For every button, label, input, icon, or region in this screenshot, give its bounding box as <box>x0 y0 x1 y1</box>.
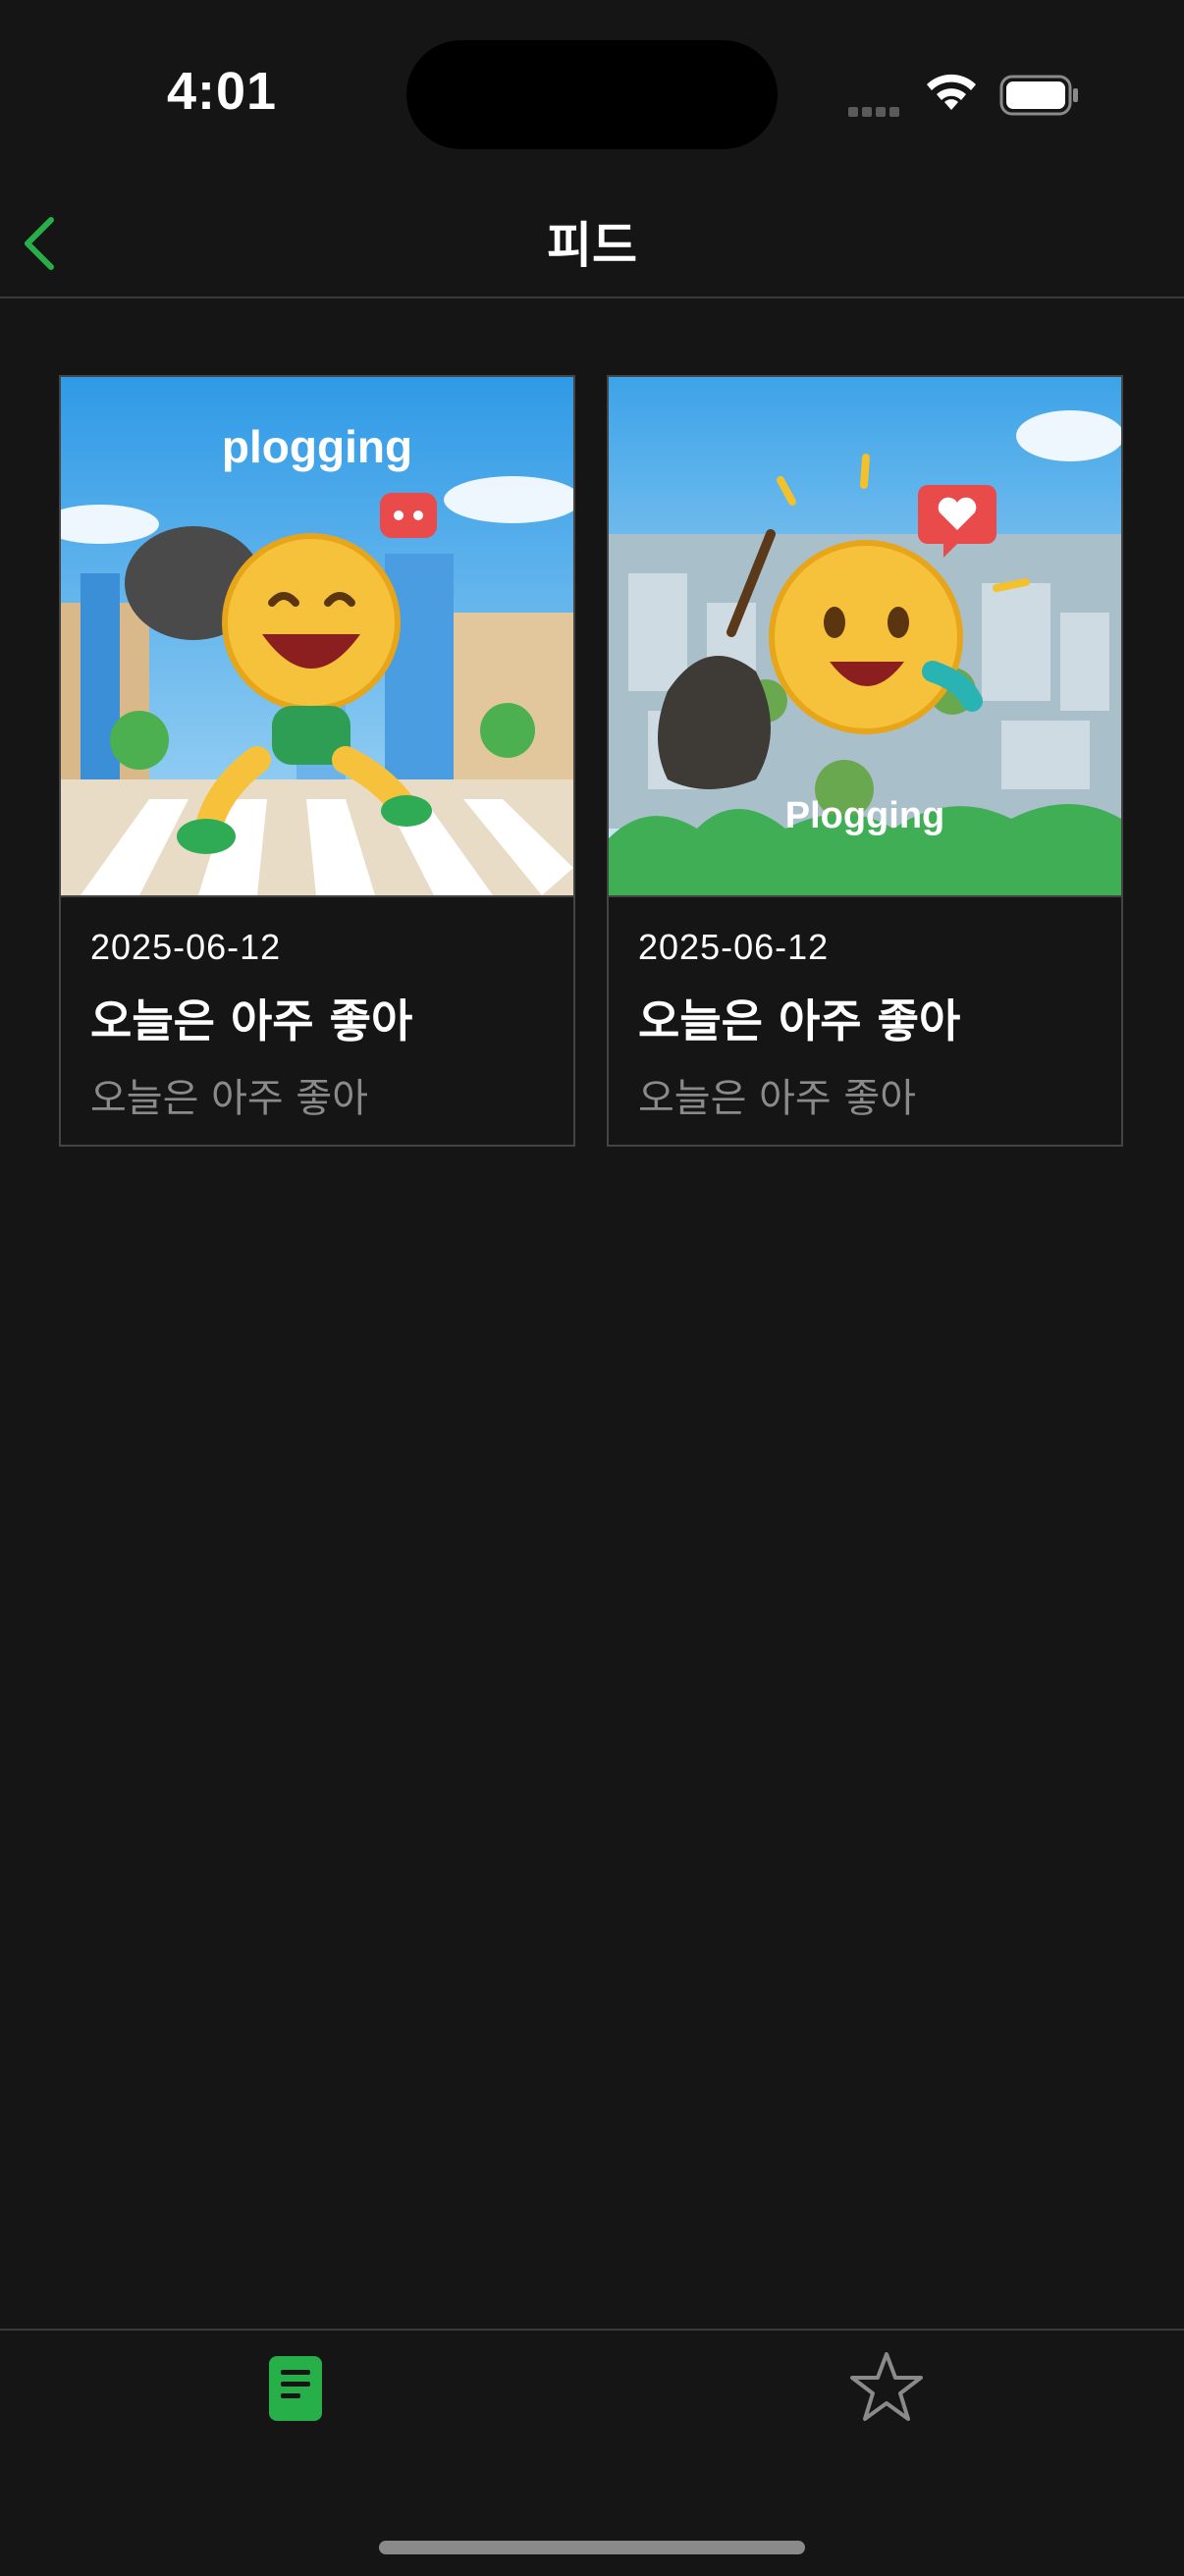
card-title: 오늘은 아주 좋아 <box>90 994 413 1047</box>
card-image: plogging <box>61 377 573 897</box>
card-subtitle: 오늘은 아주 좋아 <box>638 1076 917 1121</box>
card-body: 2025-06-12 오늘은 아주 좋아 오늘은 아주 좋아 <box>61 897 573 1123</box>
wifi-icon <box>927 74 976 110</box>
navigation-header: 피드 <box>0 187 1184 298</box>
star-icon[interactable] <box>850 2350 923 2423</box>
card-date: 2025-06-12 <box>638 927 830 967</box>
cellular-signal-icon <box>848 102 903 121</box>
status-bar: 4:01 <box>0 0 1184 187</box>
image-caption: plogging <box>221 421 413 472</box>
card-image: Plogging <box>609 377 1121 897</box>
card-subtitle: 오늘은 아주 좋아 <box>90 1076 369 1121</box>
card-body: 2025-06-12 오늘은 아주 좋아 오늘은 아주 좋아 <box>609 897 1121 1123</box>
battery-icon <box>999 75 1078 116</box>
page-title: 피드 <box>547 217 637 274</box>
home-indicator[interactable] <box>379 2541 805 2554</box>
card-date: 2025-06-12 <box>90 927 282 967</box>
image-caption: Plogging <box>784 795 945 836</box>
tab-bar <box>0 2329 1184 2576</box>
dynamic-island <box>406 40 778 149</box>
document-icon[interactable] <box>267 2354 324 2423</box>
feed-card[interactable]: plogging 2025-06-12 오늘은 아주 좋아 오늘은 아주 좋아 <box>59 375 575 1147</box>
status-time: 4:01 <box>167 62 278 121</box>
feed-card[interactable]: Plogging 2025-06-12 오늘은 아주 좋아 오늘은 아주 좋아 <box>607 375 1123 1147</box>
card-title: 오늘은 아주 좋아 <box>638 994 961 1047</box>
